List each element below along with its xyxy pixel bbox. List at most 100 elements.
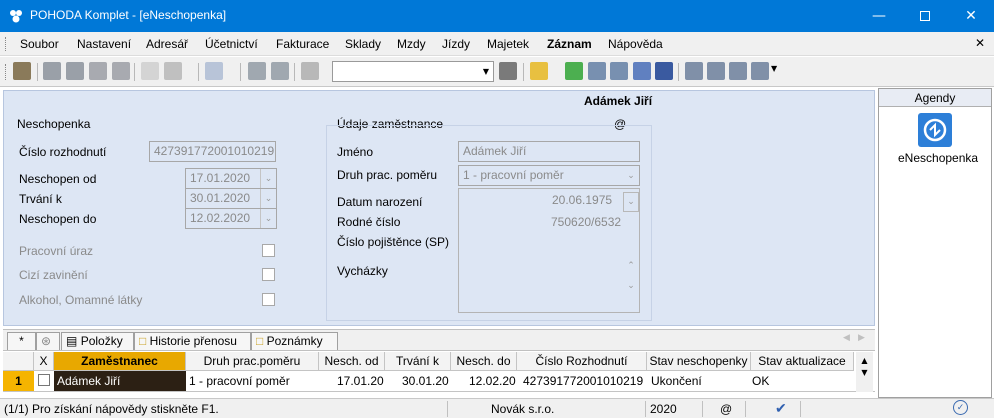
chevron-down-icon[interactable]: ⌄ [260,209,276,228]
cell-nesch-do[interactable]: 12.02.20 [469,371,516,391]
column-header-stav-neschopenky[interactable]: Stav neschopenky [647,352,751,371]
status-separator [745,401,746,417]
maximize-button[interactable] [902,0,948,32]
cizi-zavineni-checkbox[interactable] [262,268,275,281]
menu-adresar[interactable]: Adresář [146,37,188,51]
edit-icon[interactable] [164,62,182,80]
column-header-nesch-do[interactable]: Nesch. do [451,352,517,371]
column-header-x[interactable]: X [34,352,54,371]
menu-close-icon[interactable]: ✕ [975,36,985,50]
menu-fakturace[interactable]: Fakturace [276,37,329,51]
cell-cislo-rozhodnuti[interactable]: 427391772001010219 [523,371,643,391]
document-icon[interactable] [729,62,747,80]
tab-filter[interactable]: ⊛ [36,332,60,350]
scroll-down-icon[interactable]: ▼ [861,368,867,377]
menu-jizdy[interactable]: Jízdy [442,37,470,51]
tabs-scroll-right-icon[interactable]: ▶ [858,333,865,343]
tab-historie[interactable]: □ Historie přenosu [134,332,251,350]
scroll-up-icon[interactable]: ▲ [861,356,867,365]
new-record-icon[interactable] [141,62,159,80]
cell-druh[interactable]: 1 - pracovní poměr [189,371,290,391]
exit-icon[interactable] [13,62,31,80]
menu-nastaveni[interactable]: Nastavení [77,37,131,51]
save-all-icon[interactable] [271,62,289,80]
status-bar: (1/1) Pro získání nápovědy stiskněte F1.… [0,398,994,418]
filter-icon: ⊛ [41,334,52,348]
neschopen-od-field[interactable]: 17.01.2020 ⌄ [185,168,277,189]
menu-zaznam[interactable]: Záznam [547,37,592,51]
tabs-scroll-left-icon[interactable]: ◀ [843,333,850,343]
column-header-stav-aktualizace[interactable]: Stav aktualizace [751,352,854,371]
tab-polozky[interactable]: ▤ Položky [61,332,134,350]
menu-ucetnictvi[interactable]: Účetnictví [205,37,258,51]
cislo-rozhodnuti-field[interactable]: 427391772001010219 [149,141,276,162]
vychazky-scrollbar[interactable]: ⌃ ⌄ [623,261,639,301]
folder-icon[interactable] [530,62,548,80]
chevron-down-icon[interactable]: ▼ [771,64,777,73]
alkohol-checkbox[interactable] [262,293,275,306]
chevron-down-icon[interactable]: ⌄ [623,166,639,185]
cell-stav-aktualizace[interactable]: OK [752,371,769,391]
card-icon[interactable] [685,62,703,80]
pracovni-uraz-checkbox[interactable] [262,244,275,257]
cell-nesch-od[interactable]: 17.01.20 [337,371,384,391]
column-header-nesch-od[interactable]: Nesch. od [319,352,385,371]
grid-scrollbar[interactable]: ▲ ▼ [856,352,873,392]
toolbar-separator [134,63,135,81]
save-icon[interactable] [248,62,266,80]
column-header-trvani-k[interactable]: Trvání k [385,352,451,371]
menu-majetek[interactable]: Majetek [487,37,529,51]
chevron-down-icon[interactable]: ⌄ [627,281,635,291]
grid-corner [3,352,34,371]
close-icon: ✕ [965,8,977,24]
trvani-k-field[interactable]: 30.01.2020 ⌄ [185,188,277,209]
close-button[interactable]: ✕ [948,0,994,32]
quick-search-input[interactable]: ▼ [332,61,494,82]
eneschopenka-icon[interactable] [918,113,952,147]
neschopen-do-field[interactable]: 12.02.2020 ⌄ [185,208,277,229]
duplicate-icon[interactable] [301,62,319,80]
help-icon[interactable] [751,62,769,80]
toolbar-separator [37,63,38,81]
search-icon[interactable] [89,62,107,80]
chevron-down-icon[interactable]: ⌄ [260,169,276,188]
column-header-druh[interactable]: Druh prac.poměru [186,352,319,371]
chevron-up-icon[interactable]: ⌃ [627,261,635,271]
cell-trvani-k[interactable]: 30.01.20 [402,371,449,391]
druh-select[interactable]: 1 - pracovní poměr ⌄ [458,165,640,186]
tab-poznamky[interactable]: □ Poznámky [251,332,338,350]
menu-napoveda[interactable]: Nápověda [608,37,663,51]
calculator-icon[interactable] [588,62,606,80]
cell-zamestnanec[interactable]: Adámek Jiří [54,371,186,391]
minimize-button[interactable]: — [856,0,902,32]
agendy-panel: Agendy eNeschopenka [878,88,992,398]
copy-icon[interactable] [112,62,130,80]
chevron-down-icon[interactable]: ⌄ [260,189,276,208]
menu-soubor[interactable]: Soubor [20,37,59,51]
calculator-alt-icon[interactable] [610,62,628,80]
back-icon[interactable] [205,62,223,80]
print-icon[interactable] [43,62,61,80]
menu-sklady[interactable]: Sklady [345,37,381,51]
jmeno-field[interactable]: Adámek Jiří [458,141,640,162]
list-icon[interactable] [707,62,725,80]
column-header-cislo-rozhodnuti[interactable]: Číslo Rozhodnutí [517,352,647,371]
tab-star[interactable]: * [7,332,36,350]
chevron-down-icon[interactable]: ▼ [479,62,493,81]
print-preview-icon[interactable] [66,62,84,80]
filter-icon[interactable] [499,62,517,80]
ok-circle-icon[interactable]: ✓ [953,400,968,415]
bank-icon[interactable] [633,62,651,80]
neschopen-do-label: Neschopen do [19,212,97,226]
cizi-zavineni-label: Cizí zavinění [19,268,88,282]
chevron-down-icon[interactable]: ⌄ [623,192,639,212]
column-header-zamestnanec[interactable]: Zaměstnanec [54,352,186,371]
status-separator [447,401,448,417]
menu-mzdy[interactable]: Mzdy [397,37,426,51]
iban-icon[interactable] [655,62,673,80]
row-select-checkbox[interactable] [38,374,50,386]
agenda-item-eneschopenka[interactable]: eNeschopenka [898,151,978,165]
money-icon[interactable] [565,62,583,80]
cell-stav-neschopenky[interactable]: Ukončení [651,371,702,391]
neschopen-od-value: 17.01.2020 [190,171,251,185]
